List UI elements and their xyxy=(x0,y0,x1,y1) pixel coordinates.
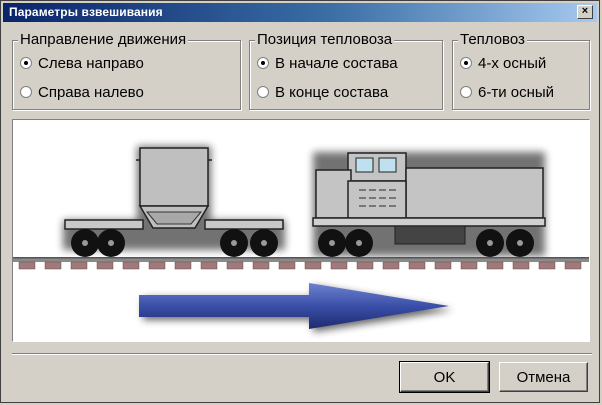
rail-tie xyxy=(252,261,270,270)
rail-tie xyxy=(330,261,348,270)
radio-train-start[interactable]: В начале состава xyxy=(257,53,398,73)
close-button[interactable]: × xyxy=(577,5,593,19)
rail-tie xyxy=(174,261,192,270)
close-icon: × xyxy=(581,5,589,17)
dialog-window: Параметры взвешивания × Направление движ… xyxy=(0,0,600,403)
rail-tie xyxy=(148,261,166,270)
rail-tie xyxy=(356,261,374,270)
train-illustration xyxy=(13,146,589,332)
direction-group: Направление движения Слева направо Справ… xyxy=(12,31,241,110)
radio-label: 4-х осный xyxy=(478,54,547,72)
rail-tie xyxy=(70,261,88,270)
radio-indicator[interactable] xyxy=(460,86,472,98)
radio-indicator[interactable] xyxy=(20,57,32,69)
radio-label: Справа налево xyxy=(38,83,144,101)
locomotive-group-label: Тепловоз xyxy=(458,31,527,48)
rail-track xyxy=(13,257,589,270)
title-bar[interactable]: Параметры взвешивания × xyxy=(3,3,597,22)
window-title: Параметры взвешивания xyxy=(9,5,163,19)
direction-arrow xyxy=(139,283,453,332)
rail-tie xyxy=(122,261,140,270)
rail-tie xyxy=(460,261,478,270)
radio-indicator[interactable] xyxy=(20,86,32,98)
rail-tie xyxy=(18,261,36,270)
rail-tie xyxy=(408,261,426,270)
rail-tie xyxy=(382,261,400,270)
rail-tie xyxy=(512,261,530,270)
rail-tie xyxy=(434,261,452,270)
radio-right-to-left[interactable]: Справа налево xyxy=(20,82,144,102)
radio-indicator[interactable] xyxy=(257,57,269,69)
ok-button[interactable]: OK xyxy=(399,361,490,393)
rail-tie xyxy=(564,261,582,270)
rail-tie xyxy=(44,261,62,270)
position-group-label: Позиция тепловоза xyxy=(255,31,395,48)
radio-indicator[interactable] xyxy=(257,86,269,98)
locomotive-position-group: Позиция тепловоза В начале состава В кон… xyxy=(249,31,443,110)
radio-label: 6-ти осный xyxy=(478,83,555,101)
rail-tie xyxy=(96,261,114,270)
separator xyxy=(12,353,592,355)
cancel-button[interactable]: Отмена xyxy=(499,362,588,392)
rail-tie xyxy=(486,261,504,270)
train-preview xyxy=(12,119,590,342)
radio-indicator[interactable] xyxy=(460,57,472,69)
radio-4-axle[interactable]: 4-х осный xyxy=(460,53,546,73)
locomotive xyxy=(312,152,546,257)
radio-6-axle[interactable]: 6-ти осный xyxy=(460,82,554,102)
rail-tie xyxy=(278,261,296,270)
rail-tie xyxy=(200,261,218,270)
rail-tie xyxy=(226,261,244,270)
hopper-wagon xyxy=(63,146,285,257)
radio-label: В начале состава xyxy=(275,54,398,72)
radio-label: Слева направо xyxy=(38,54,144,72)
radio-train-end[interactable]: В конце состава xyxy=(257,82,388,102)
radio-left-to-right[interactable]: Слева направо xyxy=(20,53,144,73)
rail-tie xyxy=(538,261,556,270)
rail-tie xyxy=(304,261,322,270)
locomotive-type-group: Тепловоз 4-х осный 6-ти осный xyxy=(452,31,590,110)
direction-group-label: Направление движения xyxy=(18,31,189,48)
radio-label: В конце состава xyxy=(275,83,389,101)
